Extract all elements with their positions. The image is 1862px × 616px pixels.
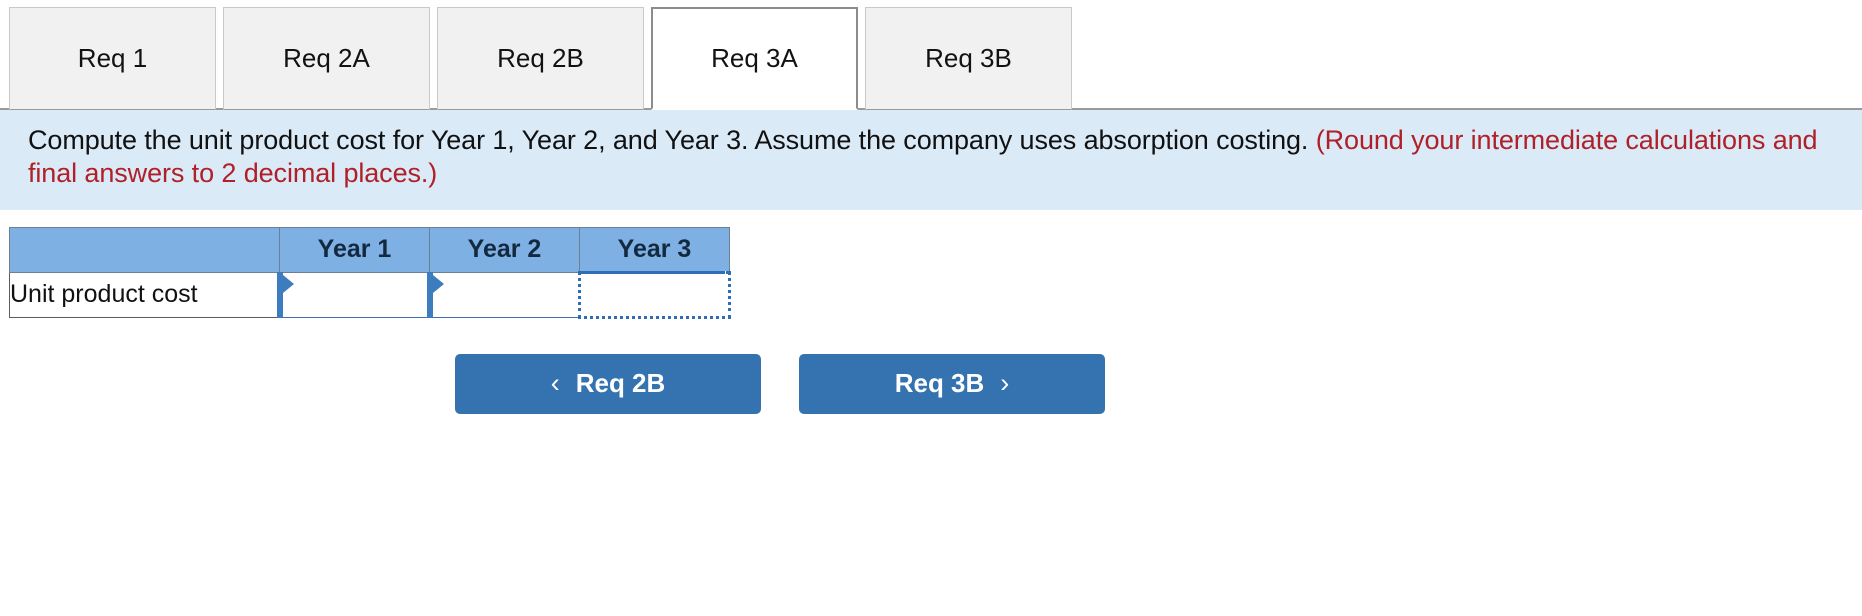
tab-label: Req 3B bbox=[925, 43, 1012, 73]
next-requirement-button[interactable]: Req 3B › bbox=[799, 353, 1105, 414]
tab-label: Req 3A bbox=[711, 43, 798, 73]
header-cell-year-2: Year 2 bbox=[429, 226, 580, 273]
tab-req-2a[interactable]: Req 2A bbox=[223, 7, 430, 110]
input-cell-year-1[interactable] bbox=[276, 271, 430, 318]
tab-label: Req 2B bbox=[497, 43, 584, 73]
unit-product-cost-year-2-input[interactable] bbox=[432, 272, 578, 317]
prev-requirement-button[interactable]: ‹ Req 2B bbox=[455, 353, 761, 414]
chevron-left-icon: ‹ bbox=[550, 368, 560, 399]
tab-req-1[interactable]: Req 1 bbox=[9, 7, 216, 110]
unit-product-cost-year-3-input[interactable] bbox=[581, 273, 728, 316]
instruction-panel: Compute the unit product cost for Year 1… bbox=[0, 110, 1862, 210]
chevron-right-icon: › bbox=[1000, 368, 1010, 399]
input-cell-year-2[interactable] bbox=[426, 271, 580, 318]
cell-corner-marker-icon bbox=[282, 274, 294, 293]
tab-req-3a[interactable]: Req 3A bbox=[651, 7, 858, 110]
prev-requirement-label: Req 2B bbox=[575, 368, 666, 399]
requirement-navigation: ‹ Req 2B Req 3B › bbox=[0, 353, 1862, 414]
next-requirement-label: Req 3B bbox=[894, 368, 985, 399]
row-label-unit-product-cost: Unit product cost bbox=[9, 271, 280, 318]
header-cell-blank bbox=[9, 226, 280, 273]
cell-corner-marker-icon bbox=[432, 274, 444, 293]
tab-label: Req 1 bbox=[77, 43, 148, 73]
instruction-text: Compute the unit product cost for Year 1… bbox=[28, 125, 1316, 155]
header-cell-year-3-label: Year 3 bbox=[617, 234, 692, 263]
answer-table-wrapper: Year 1 Year 2 Year 3 Unit product cost bbox=[0, 226, 1862, 319]
table-header-row: Year 1 Year 2 Year 3 bbox=[9, 226, 730, 274]
requirement-tab-strip: Req 1 Req 2A Req 2B Req 3A Req 3B bbox=[0, 0, 1862, 110]
tab-req-3b[interactable]: Req 3B bbox=[865, 7, 1072, 110]
header-cell-year-3: Year 3 bbox=[579, 226, 730, 274]
unit-product-cost-table: Year 1 Year 2 Year 3 Unit product cost bbox=[9, 226, 731, 319]
tab-req-2b[interactable]: Req 2B bbox=[437, 7, 644, 110]
input-cell-year-3-selected[interactable] bbox=[578, 270, 731, 319]
unit-product-cost-year-1-input[interactable] bbox=[282, 272, 427, 317]
tab-label: Req 2A bbox=[283, 43, 370, 73]
header-cell-year-1: Year 1 bbox=[279, 226, 430, 273]
table-row: Unit product cost bbox=[9, 270, 731, 319]
